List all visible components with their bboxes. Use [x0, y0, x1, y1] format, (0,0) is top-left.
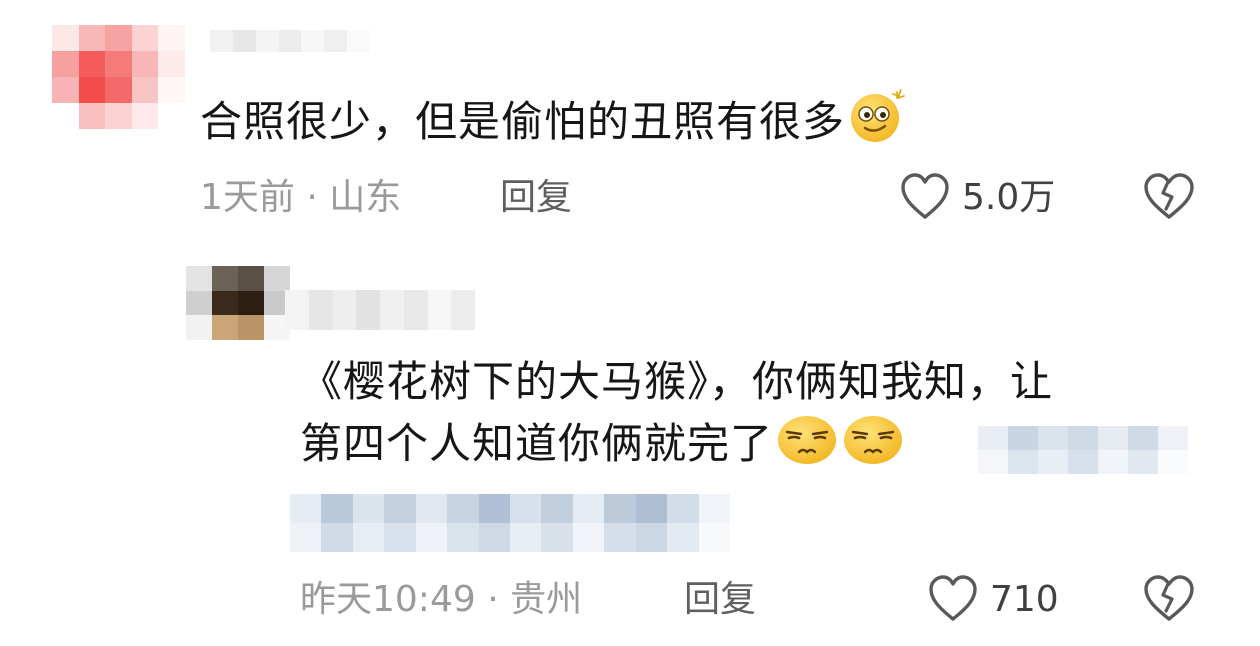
- reply-button[interactable]: 回复: [500, 178, 572, 218]
- comment-meta: 昨天10:49 · 贵州: [300, 579, 583, 620]
- comment-text: 第四个人知道你俩就完了: [300, 412, 905, 482]
- dizzy-face-emoji: [847, 88, 909, 160]
- reply-button[interactable]: 回复: [684, 580, 756, 620]
- username[interactable]: [285, 290, 475, 330]
- smirk-emoji: [775, 412, 839, 482]
- comment-text-line: 第四个人知道你俩就完了: [300, 419, 774, 468]
- like-count: 710: [990, 579, 1059, 620]
- heart-outline-icon[interactable]: [928, 575, 978, 627]
- comment-text: 合照很少，但是偷怕的丑照有很多: [200, 88, 909, 160]
- like-count: 5.0万: [962, 177, 1056, 218]
- smirk-emoji: [841, 412, 905, 482]
- avatar[interactable]: [52, 25, 185, 129]
- heart-outline-icon[interactable]: [900, 173, 950, 225]
- comment-text-content: 合照很少，但是偷怕的丑照有很多: [200, 97, 846, 146]
- avatar[interactable]: [186, 266, 290, 340]
- comment-meta: 1天前 · 山东: [200, 177, 402, 218]
- redacted-text: [290, 494, 730, 552]
- comment-text-line: 《樱花树下的大马猴》，你俩知我知，让: [300, 357, 1054, 406]
- redacted-text: [978, 426, 1188, 474]
- username[interactable]: [210, 30, 371, 52]
- broken-heart-icon[interactable]: [1142, 575, 1196, 627]
- broken-heart-icon[interactable]: [1142, 173, 1196, 225]
